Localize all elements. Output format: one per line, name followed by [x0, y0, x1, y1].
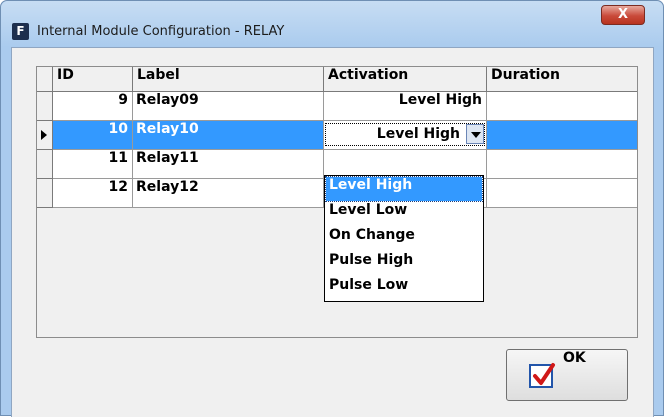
dropdown-option-level-high[interactable]: Level High	[325, 176, 483, 202]
dropdown-option-level-low[interactable]: Level Low	[326, 202, 482, 226]
row-indicator[interactable]	[37, 121, 53, 150]
dropdown-option-pulse-high[interactable]: Pulse High	[326, 252, 482, 276]
cell-id[interactable]: 11	[53, 150, 133, 179]
cell-duration[interactable]	[487, 121, 637, 150]
ok-button-label: OK	[563, 350, 586, 366]
column-header-label[interactable]: Label	[133, 67, 324, 92]
cell-duration[interactable]	[487, 92, 637, 121]
cell-label[interactable]: Relay10	[133, 121, 324, 150]
cell-activation[interactable]: Level High	[324, 92, 487, 121]
cell-duration[interactable]	[487, 150, 637, 179]
chevron-down-icon	[471, 132, 481, 138]
table-row-selected[interactable]: 10 Relay10 Level High	[37, 121, 637, 150]
close-icon: X	[617, 7, 629, 22]
ok-button[interactable]: OK	[506, 349, 628, 401]
row-indicator[interactable]	[37, 92, 53, 121]
row-indicator-header	[37, 67, 53, 92]
app-icon: F	[12, 23, 29, 40]
row-indicator[interactable]	[37, 150, 53, 179]
activation-dropdown-list[interactable]: Level High Level Low On Change Pulse Hig…	[324, 175, 484, 302]
cell-label[interactable]: Relay09	[133, 92, 324, 121]
column-header-activation[interactable]: Activation	[324, 67, 487, 92]
column-header-id[interactable]: ID	[53, 67, 133, 92]
cell-id[interactable]: 12	[53, 179, 133, 208]
cell-duration[interactable]	[487, 179, 637, 208]
current-row-arrow-icon	[41, 130, 47, 140]
dialog-client-area: ID Label Activation Duration 9 Relay09 L…	[11, 47, 654, 417]
grid-header: ID Label Activation Duration	[37, 67, 637, 92]
dropdown-option-on-change[interactable]: On Change	[326, 227, 482, 251]
activation-combobox-value[interactable]: Level High	[325, 123, 485, 146]
window-title: Internal Module Configuration - RELAY	[37, 24, 285, 39]
dropdown-option-pulse-low[interactable]: Pulse Low	[326, 277, 482, 301]
table-row[interactable]: 9 Relay09 Level High	[37, 92, 637, 121]
row-indicator[interactable]	[37, 179, 53, 208]
activation-combobox[interactable]: Level High	[324, 121, 487, 150]
cell-id[interactable]: 9	[53, 92, 133, 121]
dialog-window: F Internal Module Configuration - RELAY …	[0, 0, 664, 417]
title-bar[interactable]: F Internal Module Configuration - RELAY …	[1, 1, 663, 47]
cell-label[interactable]: Relay11	[133, 150, 324, 179]
close-button[interactable]: X	[601, 5, 645, 25]
cell-id[interactable]: 10	[53, 121, 133, 150]
dropdown-button[interactable]	[466, 124, 484, 144]
cell-label[interactable]: Relay12	[133, 179, 324, 208]
relay-grid[interactable]: ID Label Activation Duration 9 Relay09 L…	[36, 66, 638, 338]
checkbox-check-icon	[529, 363, 555, 388]
column-header-duration[interactable]: Duration	[487, 67, 637, 92]
